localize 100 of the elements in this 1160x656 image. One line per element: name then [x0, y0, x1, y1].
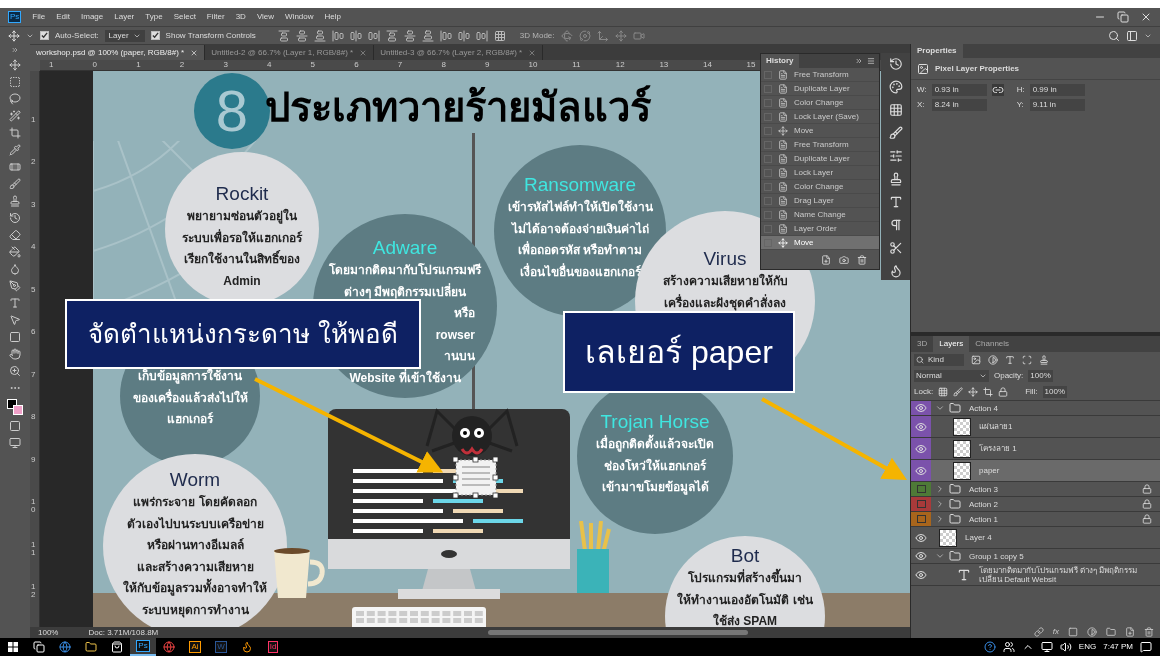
quick-mask-icon[interactable] — [9, 420, 21, 432]
layer-row[interactable]: Action 3 — [911, 482, 1160, 497]
close-icon[interactable] — [359, 48, 368, 57]
effects-button[interactable]: fx — [1052, 626, 1059, 638]
close-icon[interactable] — [1140, 11, 1152, 23]
visibility-box[interactable] — [916, 500, 926, 508]
image-filter-icon[interactable] — [971, 355, 981, 365]
close-icon[interactable] — [190, 48, 199, 57]
notification-icon[interactable] — [1140, 641, 1152, 653]
menu-item[interactable]: File — [32, 11, 46, 23]
visibility-box[interactable] — [916, 515, 926, 523]
panel-tab[interactable]: Channels — [969, 336, 1016, 352]
layer-row[interactable]: Action 4 — [911, 401, 1160, 416]
history-brush-icon[interactable] — [9, 212, 21, 224]
panel-tab[interactable]: History — [761, 54, 799, 68]
align-icon[interactable] — [331, 29, 344, 42]
paragraph-icon[interactable] — [888, 218, 903, 232]
align-icon[interactable] — [349, 29, 362, 42]
pipette-icon[interactable] — [9, 144, 21, 156]
menu-item[interactable]: Window — [285, 11, 314, 23]
trash-icon[interactable] — [857, 254, 867, 265]
hand-icon[interactable] — [9, 348, 21, 360]
input-field[interactable]: 0.99 in — [1029, 84, 1085, 96]
adjustment-filter-icon[interactable] — [988, 355, 998, 365]
zoom-icon[interactable] — [9, 365, 21, 377]
bandage-icon[interactable] — [9, 161, 21, 173]
workspace-icon[interactable] — [1126, 29, 1138, 42]
align-icon[interactable] — [493, 29, 506, 42]
lock-paint-icon[interactable] — [953, 387, 964, 397]
link-icon[interactable] — [1033, 627, 1044, 637]
history-item[interactable]: Free Transform — [761, 68, 879, 82]
3d-tool-icon[interactable] — [560, 29, 573, 42]
pen-icon[interactable] — [9, 280, 21, 292]
type-icon[interactable] — [9, 297, 21, 309]
rectangle-icon[interactable] — [9, 331, 21, 343]
palette-icon[interactable] — [888, 80, 903, 94]
panel-tab[interactable]: Layers — [933, 336, 970, 352]
character-icon[interactable] — [888, 195, 903, 209]
dashed-square-icon[interactable] — [9, 76, 21, 88]
menu-icon[interactable] — [867, 57, 875, 65]
checkbox[interactable] — [40, 31, 49, 40]
color-swatches[interactable] — [7, 399, 23, 415]
layer-dropdown[interactable]: Layer — [104, 29, 145, 42]
layer-row[interactable]: โดยมากติดมากับโปรแกรมฟรี ต่างๆ มีพฤติกรรมเปลี่ยน Default Websit — [911, 564, 1160, 586]
align-icon[interactable] — [385, 29, 398, 42]
history-item[interactable]: Drag Layer — [761, 194, 879, 208]
speaker-icon[interactable] — [1059, 641, 1072, 653]
history-item[interactable]: Move — [761, 124, 879, 138]
align-icon[interactable] — [457, 29, 470, 42]
history-item[interactable]: Lock Layer — [761, 166, 879, 180]
align-icon[interactable] — [295, 29, 308, 42]
trash-icon[interactable] — [1144, 627, 1154, 637]
history-item[interactable]: Free Transform — [761, 138, 879, 152]
restore-icon[interactable] — [1117, 11, 1129, 23]
people-icon[interactable] — [1002, 641, 1015, 653]
brush-icon[interactable] — [9, 178, 21, 190]
history-item[interactable]: Lock Layer (Save) — [761, 110, 879, 124]
layer-row[interactable]: Action 2 — [911, 497, 1160, 512]
3d-tool-icon[interactable] — [578, 29, 591, 42]
new-layer-icon[interactable] — [1125, 627, 1135, 637]
history-item[interactable]: Color Change — [761, 96, 879, 110]
camera-icon[interactable] — [839, 254, 849, 265]
crop-icon[interactable] — [9, 127, 21, 139]
3d-tool-icon[interactable] — [596, 29, 609, 42]
lock-artboard-icon[interactable] — [983, 387, 994, 397]
scrollbar[interactable] — [488, 630, 749, 635]
mask-icon[interactable] — [1068, 627, 1078, 637]
droplet-icon[interactable] — [9, 263, 21, 275]
panel-tab[interactable]: 3D — [911, 336, 934, 352]
layer-row[interactable]: แผ่นลาย1 — [911, 416, 1160, 438]
history-item[interactable]: Color Change — [761, 180, 879, 194]
chevron-right-icon[interactable] — [935, 499, 945, 509]
move-arrows-icon[interactable] — [9, 59, 21, 71]
move-icon[interactable] — [8, 29, 20, 42]
layer-row[interactable]: Layer 4 — [911, 527, 1160, 549]
menu-item[interactable]: 3D — [235, 11, 246, 23]
layer-row[interactable]: โครงลาย 1 — [911, 438, 1160, 460]
menu-item[interactable]: Image — [81, 11, 104, 23]
wand-icon[interactable] — [9, 110, 21, 122]
visibility-box[interactable] — [916, 485, 926, 493]
layer-row[interactable]: Action 1 — [911, 512, 1160, 527]
search-icon[interactable] — [1108, 29, 1120, 42]
eraser-icon[interactable] — [9, 229, 21, 241]
input-field[interactable]: 9.11 in — [1029, 99, 1085, 111]
chevron-right-icon[interactable] — [935, 484, 945, 494]
adjustment-icon[interactable] — [1087, 627, 1097, 637]
scissors-icon[interactable] — [888, 241, 903, 255]
history-item[interactable]: Duplicate Layer — [761, 82, 879, 96]
collapse-icon[interactable] — [855, 57, 863, 65]
new-document-icon[interactable] — [821, 254, 831, 265]
align-icon[interactable] — [475, 29, 488, 42]
menu-item[interactable]: Help — [324, 11, 341, 23]
language-indicator[interactable]: ENG — [1078, 641, 1097, 653]
history-item[interactable]: Name Change — [761, 208, 879, 222]
clock[interactable]: 7:47 PM — [1103, 641, 1133, 653]
expand-icon[interactable] — [11, 46, 19, 54]
link-icon[interactable] — [991, 84, 1004, 96]
sliders-icon[interactable] — [888, 149, 903, 163]
menu-item[interactable]: Edit — [56, 11, 71, 23]
blend-mode-dropdown[interactable]: Normal — [914, 370, 989, 382]
